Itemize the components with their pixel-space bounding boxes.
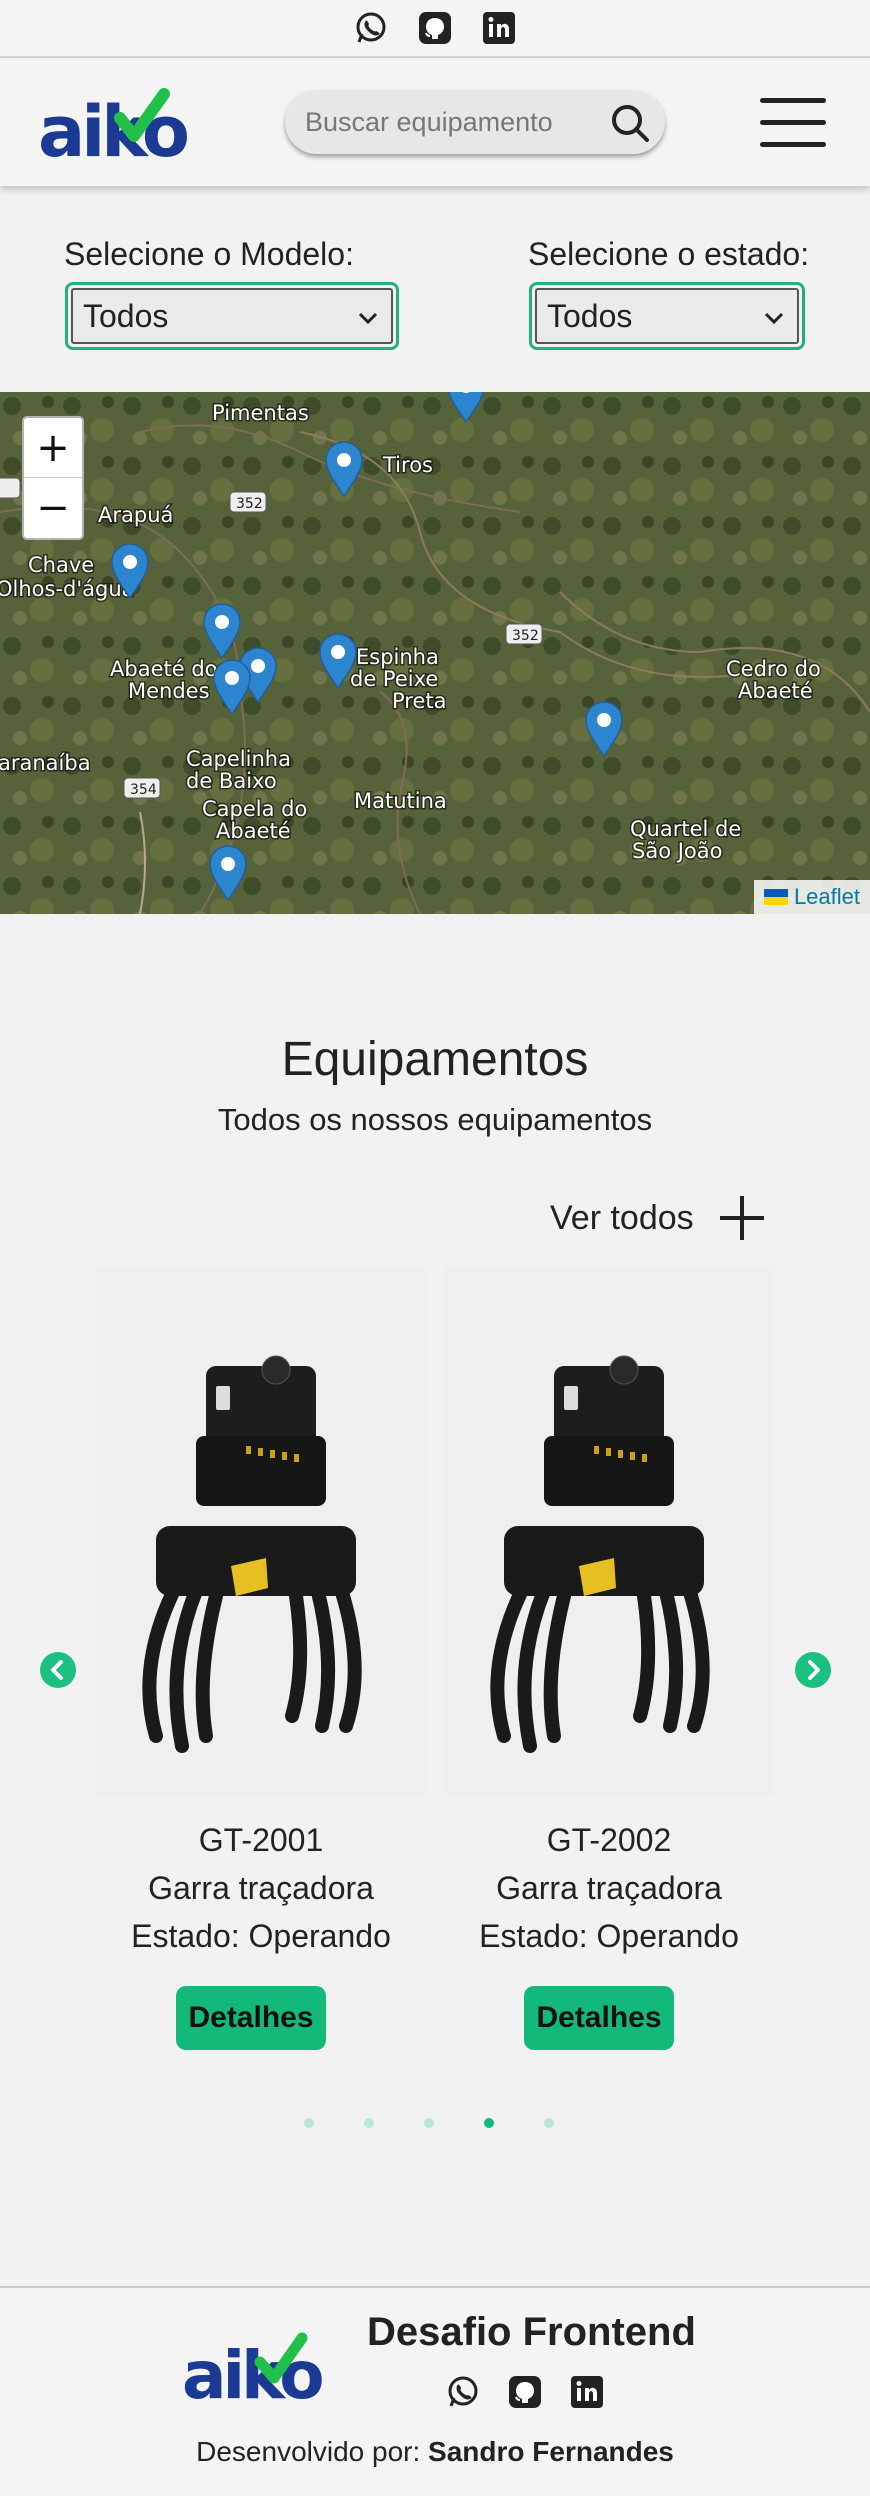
svg-text:São João: São João [632,839,722,863]
state-select-value: Todos [547,297,633,334]
svg-text:Olhos-d'água: Olhos-d'água [0,577,135,601]
equipment-type: Garra traçadora [148,1870,374,1906]
chevron-left-icon [51,1660,63,1680]
linkedin-icon[interactable] [567,2372,607,2412]
svg-text:Preta: Preta [392,689,447,713]
equipment-name: GT-2002 [546,1822,672,1858]
chevron-down-icon [764,312,784,325]
linkedin-icon[interactable] [480,9,518,47]
model-label: Selecione o Modelo: [64,236,354,272]
svg-text:Tiros: Tiros [382,453,433,477]
equipment-image [444,1266,774,1796]
site-header: aiko [0,60,870,186]
developer-name: Sandro Fernandes [428,2436,674,2467]
map-attribution[interactable]: Leaflet [753,880,870,914]
footer-title: Desafio Frontend [367,2310,696,2354]
whatsapp-icon[interactable] [352,9,390,47]
equipment-name: GT-2001 [198,1822,324,1858]
developer-credit: Desenvolvido por: Sandro Fernandes [0,2436,870,2468]
svg-text:354: 354 [130,782,157,798]
svg-text:aranaíba: aranaíba [0,751,91,775]
carousel-prev-button[interactable] [40,1652,76,1688]
leaflet-link[interactable]: Leaflet [794,884,860,910]
equipment-card: GT-2002 Garra traçadora Estado: Operando… [444,1266,774,2050]
top-social-bar [0,0,870,58]
equipment-type: Garra traçadora [496,1870,722,1906]
model-select[interactable]: Todos [65,282,399,350]
search-icon[interactable] [609,102,651,144]
equipment-state: Estado: Operando [479,1918,739,1954]
svg-text:Chave: Chave [28,553,94,577]
whatsapp-icon[interactable] [443,2372,483,2412]
equipment-image [96,1266,426,1796]
ukraine-flag-icon [763,889,788,905]
carousel-dot[interactable] [424,2118,434,2128]
svg-text:Capela do: Capela do [202,797,307,821]
svg-text:352: 352 [512,628,539,644]
equipment-state: Estado: Operando [131,1918,391,1954]
carousel-dot[interactable] [484,2118,494,2128]
svg-text:Abaeté: Abaeté [216,819,291,843]
map-zoom-control: + − [22,416,84,540]
svg-text:Espinha: Espinha [356,645,439,669]
filters-section: Selecione o Modelo: Todos Selecione o es… [0,186,870,392]
svg-text:352: 352 [236,496,263,512]
carousel-dots [304,2118,554,2128]
carousel-next-button[interactable] [795,1652,831,1688]
svg-text:Abaeté dos: Abaeté dos [110,657,228,681]
svg-text:Mendes: Mendes [128,679,210,703]
svg-text:Quartel de: Quartel de [630,817,741,841]
svg-text:Pimentas: Pimentas [212,401,309,425]
satellite-map-tiles: Pimentas Tiros Arapuá Chave Olhos-d'água… [0,392,870,914]
carousel-dot[interactable] [544,2118,554,2128]
details-button[interactable]: Detalhes [176,1986,326,2050]
github-icon[interactable] [505,2372,545,2412]
svg-text:aiko: aiko [38,91,188,168]
search-bar[interactable] [285,90,665,154]
details-button[interactable]: Detalhes [524,1986,674,2050]
carousel-dot[interactable] [364,2118,374,2128]
search-input[interactable] [305,106,605,138]
equipment-map[interactable]: Pimentas Tiros Arapuá Chave Olhos-d'água… [0,392,870,914]
svg-text:Matutina: Matutina [354,789,447,813]
equipment-card: GT-2001 Garra traçadora Estado: Operando… [96,1266,426,2050]
zoom-out-button[interactable]: − [24,478,82,538]
github-icon[interactable] [416,9,454,47]
equipments-title: Equipamentos [281,1033,589,1086]
see-all-link[interactable]: Ver todos [550,1194,764,1242]
chevron-down-icon [358,312,378,325]
equipments-subtitle: Todos os nossos equipamentos [217,1102,653,1137]
footer-social [443,2372,607,2412]
see-all-label: Ver todos [550,1198,694,1237]
svg-text:Abaeté: Abaeté [738,679,813,703]
state-select[interactable]: Todos [529,282,805,350]
plus-icon [719,1196,764,1240]
carousel-dot[interactable] [304,2118,314,2128]
state-label: Selecione o estado: [528,236,810,272]
svg-text:Capelinha: Capelinha [186,747,291,771]
svg-text:de Baixo: de Baixo [186,769,277,793]
site-footer: aiko Desafio Frontend Desenvolvido por: … [0,2286,870,2496]
aiko-logo[interactable]: aiko [182,2324,342,2414]
zoom-in-button[interactable]: + [24,418,82,478]
svg-text:Cedro do: Cedro do [726,657,821,681]
model-select-value: Todos [83,297,169,334]
developer-prefix: Desenvolvido por: [196,2436,421,2467]
svg-text:de Peixe: de Peixe [350,667,438,691]
aiko-logo[interactable]: aiko [38,78,198,173]
svg-text:Arapuá: Arapuá [98,503,173,527]
menu-icon[interactable] [758,94,828,150]
chevron-right-icon [808,1660,820,1680]
